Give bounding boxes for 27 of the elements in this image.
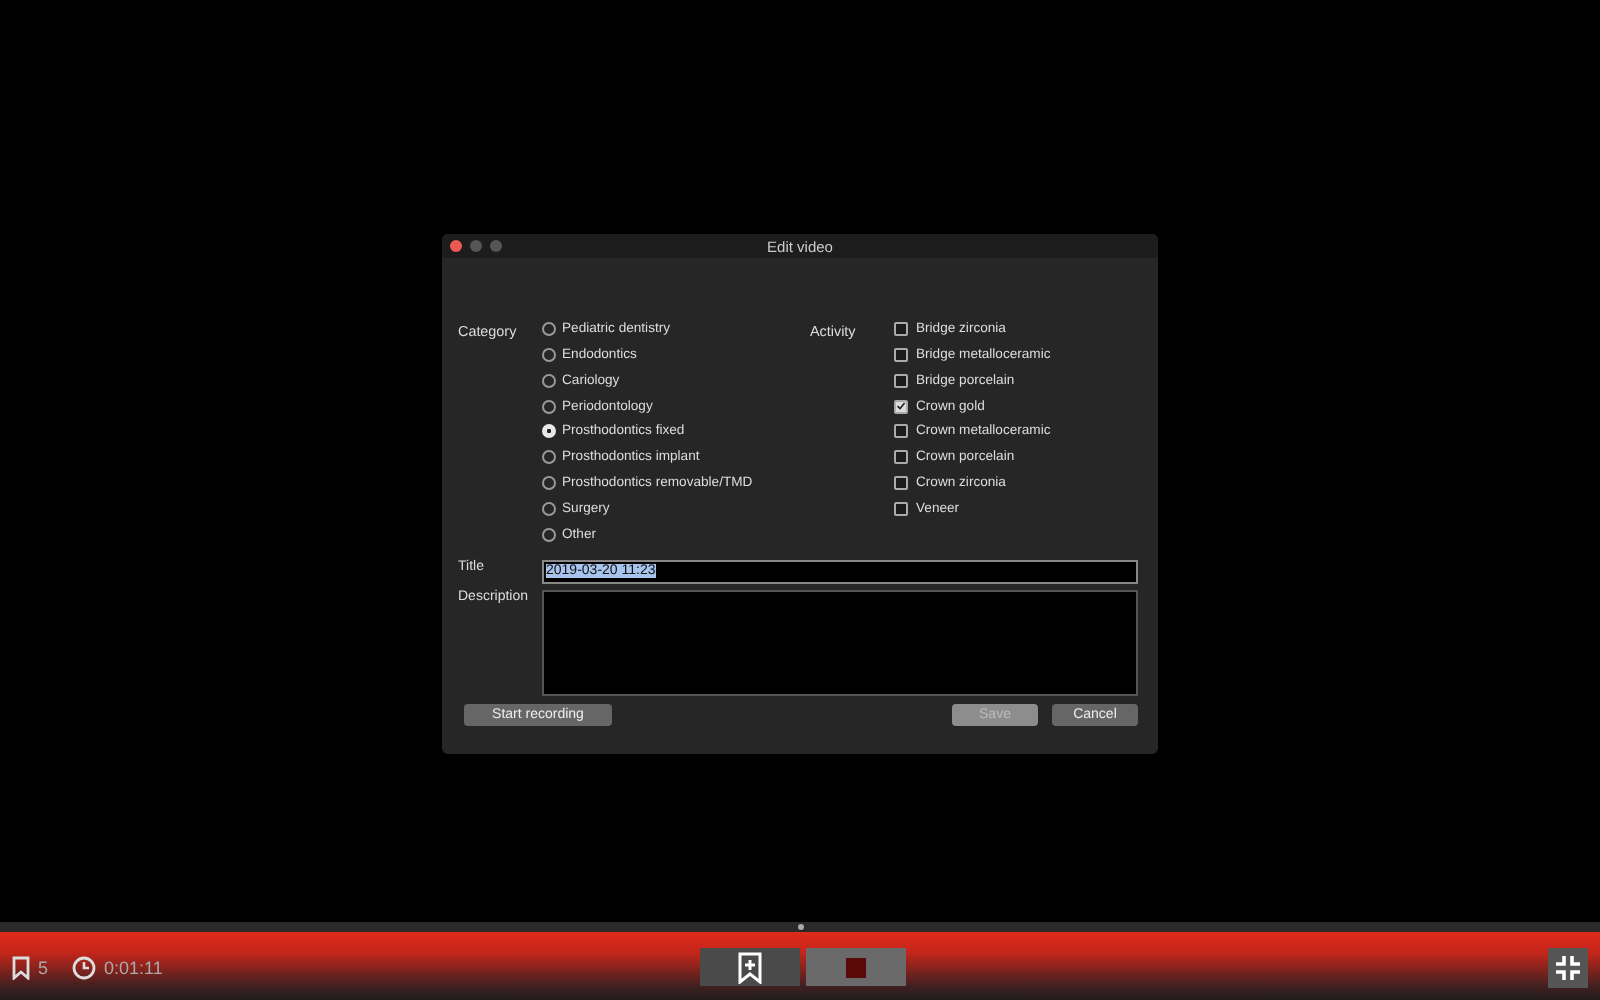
elapsed-time: 0:01:11 <box>104 958 163 978</box>
radio-button[interactable] <box>542 348 556 363</box>
radio-button[interactable] <box>542 527 556 542</box>
radio-button[interactable] <box>542 501 556 516</box>
radio-button[interactable] <box>542 476 556 491</box>
radio-button[interactable] <box>542 373 556 388</box>
radio-button[interactable] <box>542 399 556 414</box>
close-button[interactable] <box>450 240 462 252</box>
bookmark-count: 5 <box>38 958 49 978</box>
checkbox[interactable] <box>894 501 908 516</box>
checkbox[interactable] <box>894 450 908 465</box>
checkbox[interactable] <box>894 476 908 491</box>
checkbox[interactable] <box>894 424 908 439</box>
checkbox[interactable] <box>894 348 908 363</box>
radio-button[interactable] <box>542 450 556 465</box>
stop-icon <box>846 957 866 977</box>
bookmark-plus-icon <box>738 951 762 983</box>
checkbox[interactable] <box>894 399 908 414</box>
clock-icon <box>72 956 97 980</box>
add-bookmark-button[interactable] <box>700 948 800 986</box>
checkbox[interactable] <box>894 373 908 388</box>
radio-button[interactable] <box>542 322 556 337</box>
description-field[interactable] <box>542 589 1138 696</box>
bookmark-icon <box>12 956 30 980</box>
exit-fullscreen-button[interactable] <box>1548 948 1588 988</box>
handle-icon[interactable] <box>797 924 803 930</box>
checkbox[interactable] <box>894 322 908 337</box>
